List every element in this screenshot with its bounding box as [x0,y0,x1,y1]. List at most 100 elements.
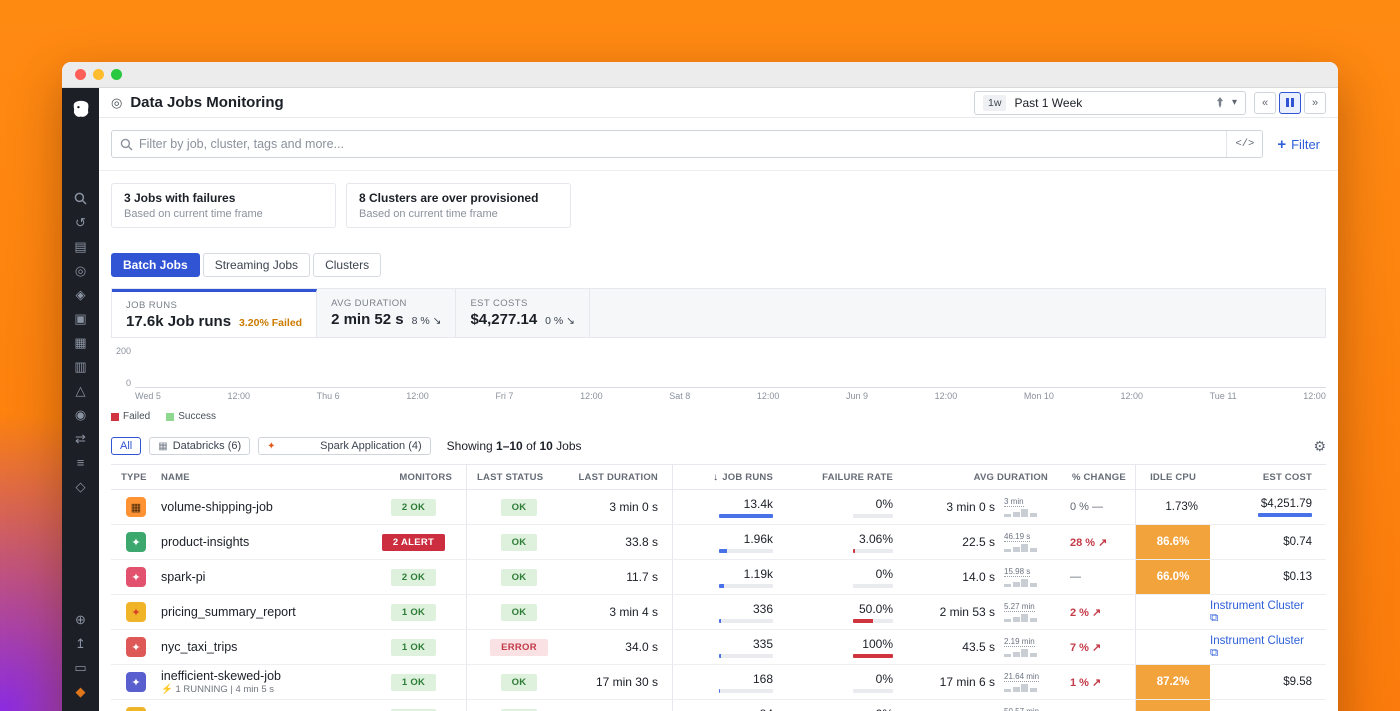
est-cost-value[interactable]: Instrument Cluster ⧉ [1210,635,1312,660]
job-name-link[interactable]: inefficient-skewed-job [161,669,281,683]
help-icon[interactable]: ◆ [72,685,90,698]
monitors-badge[interactable]: 1 OK [391,674,436,691]
export-icon[interactable]: ↥ [72,637,90,650]
x-tick-label: 12:00 [227,391,250,401]
stat-est-costs[interactable]: EST COSTS $4,277.14 0 % ↘ [456,289,590,337]
col-header-monitors[interactable]: MONITORS [361,465,466,489]
monitors-badge[interactable]: 2 OK [391,569,436,586]
job-name-link[interactable]: spark-pi [161,570,205,584]
table-row[interactable]: ✦ pricing_summary_report 1 OK OK 3 min 4… [111,595,1326,630]
legend-success[interactable]: Success [166,411,216,422]
table-settings-gear-icon[interactable]: ⚙ [1313,438,1326,455]
search-input[interactable] [139,137,1226,151]
pin-icon[interactable] [1215,97,1225,108]
query-syntax-toggle[interactable]: </> [1226,131,1262,157]
col-header-idle-cpu[interactable]: IDLE CPU [1135,465,1210,489]
monitors-badge[interactable]: 1 OK [391,604,436,621]
filter-chip-databricks[interactable]: ▦ Databricks (6) [149,437,250,455]
infrastructure-icon[interactable]: ▣ [72,312,90,325]
table-row[interactable]: ✦ nyc_taxi_trips 1 OK ERROR 34.0 s 335 1… [111,630,1326,665]
col-header-name[interactable]: NAME [161,465,361,489]
pct-change-value: 1 % ↗ [1070,676,1101,689]
duration-sparkline: 5.27 min [1004,602,1052,622]
col-header-failure-rate[interactable]: FAILURE RATE [787,465,907,489]
avg-duration-value: 14.0 s [962,570,995,584]
tab-batch-jobs[interactable]: Batch Jobs [111,253,200,277]
metrics-icon[interactable]: ▤ [72,240,90,253]
job-name-link[interactable]: pricing_summary_report [161,605,296,619]
col-header-job-runs[interactable]: ↓ JOB RUNS [672,465,787,489]
chevron-down-icon[interactable]: ▾ [1232,97,1237,108]
maximize-button[interactable] [111,69,122,80]
filter-chip-spark[interactable]: ✦ Spark Application (4) [258,437,431,455]
monitors-badge[interactable]: 2 OK [391,499,436,516]
security-icon[interactable]: ◇ [72,480,90,493]
window-titlebar [62,62,1338,88]
est-cost-value[interactable]: $0.74 [1283,536,1312,548]
x-tick-label: Sat 8 [669,391,690,401]
job-runs-value: 1.19k [744,567,773,581]
sidebar-nav-top: ↺ ▤ ◎ ◈ ▣ ▦ ▥ △ ◉ ⇄ ≡ ◇ [72,192,90,493]
table-row[interactable]: ✦ inefficient-skewed-job ⚡ 1 RUNNING | 4… [111,665,1326,700]
sidebar: ↺ ▤ ◎ ◈ ▣ ▦ ▥ △ ◉ ⇄ ≡ ◇ ⊕ ↥ ▭ ◆ [62,88,99,711]
monitors-icon[interactable]: △ [72,384,90,397]
job-runs-value: 13.4k [744,497,773,511]
tab-streaming-jobs[interactable]: Streaming Jobs [203,253,310,277]
logs-icon[interactable]: ≡ [72,456,90,469]
page-header: ◎ Data Jobs Monitoring 1w Past 1 Week ▾ … [99,88,1338,118]
job-name-link[interactable]: volume-shipping-job [161,500,273,514]
monitors-badge[interactable]: 2 ALERT [382,534,445,551]
watchdog-icon[interactable]: ◎ [72,264,90,277]
insight-card-overprovisioned[interactable]: 8 Clusters are over provisioned Based on… [346,183,571,228]
containers-icon[interactable]: ▦ [72,336,90,349]
est-cost-value[interactable]: $0.13 [1283,571,1312,583]
dashboards-icon[interactable]: ▥ [72,360,90,373]
col-header-last-duration[interactable]: LAST DURATION [571,465,672,489]
filter-row: </> + Filter [99,118,1338,171]
failure-rate-value: 100% [862,637,893,651]
job-name-link[interactable]: product-insights [161,535,249,549]
labs-icon[interactable]: ⊕ [72,613,90,626]
filter-chip-all[interactable]: All [111,437,141,455]
table-row[interactable]: ✦ spark-pi 2 OK OK 11.7 s 1.19k 0% 14.0 … [111,560,1326,595]
col-header-pct-change[interactable]: % CHANGE [1062,465,1135,489]
failure-rate-bar [853,689,893,693]
col-header-est-cost[interactable]: EST COST [1210,465,1326,489]
history-icon[interactable]: ↺ [72,216,90,229]
table-row[interactable]: ▦ volume-shipping-job 2 OK OK 3 min 0 s … [111,490,1326,525]
insight-card-failures[interactable]: 3 Jobs with failures Based on current ti… [111,183,336,228]
table-row[interactable]: ✦ product-insights 2 ALERT OK 33.8 s 1.9… [111,525,1326,560]
bits-ai-icon[interactable]: ◈ [72,288,90,301]
avg-duration-value: 43.5 s [962,640,995,654]
close-button[interactable] [75,69,86,80]
col-header-type[interactable]: TYPE [111,465,161,489]
apm-icon[interactable]: ◉ [72,408,90,421]
add-filter-button[interactable]: + Filter [1277,136,1326,153]
time-range-picker[interactable]: 1w Past 1 Week ▾ [974,91,1246,115]
stat-job-runs[interactable]: JOB RUNS 17.6k Job runs 3.20% Failed [112,289,317,337]
minimize-button[interactable] [93,69,104,80]
job-name-link[interactable]: nyc_taxi_trips [161,640,237,654]
rewind-button[interactable]: « [1254,92,1276,114]
job-type-icon: ✦ [126,672,146,692]
est-cost-value[interactable]: Instrument Cluster ⧉ [1210,600,1312,625]
insight-subtitle: Based on current time frame [124,208,323,220]
pause-button[interactable] [1279,92,1301,114]
table-row[interactable]: ✦ profit_measure_by_product_type 1 OK OK… [111,700,1326,711]
tab-clusters[interactable]: Clusters [313,253,381,277]
x-tick-label: 12:00 [1120,391,1143,401]
col-header-last-status[interactable]: LAST STATUS [466,465,571,489]
legend-failed[interactable]: Failed [111,411,150,422]
est-cost-value[interactable]: $4,251.79 [1261,498,1312,510]
col-header-avg-duration[interactable]: AVG DURATION [907,465,1062,489]
stat-avg-duration[interactable]: AVG DURATION 2 min 52 s 8 % ↘ [317,289,456,337]
network-icon[interactable]: ⇄ [72,432,90,445]
datadog-logo[interactable] [70,98,92,120]
monitors-badge[interactable]: 1 OK [391,639,436,656]
stat-failed-pct: 3.20% Failed [239,317,302,329]
avg-duration-value: 3 min 0 s [946,500,995,514]
chat-icon[interactable]: ▭ [72,661,90,674]
forward-button[interactable]: » [1304,92,1326,114]
search-icon[interactable] [72,192,90,205]
est-cost-value[interactable]: $9.58 [1283,676,1312,688]
